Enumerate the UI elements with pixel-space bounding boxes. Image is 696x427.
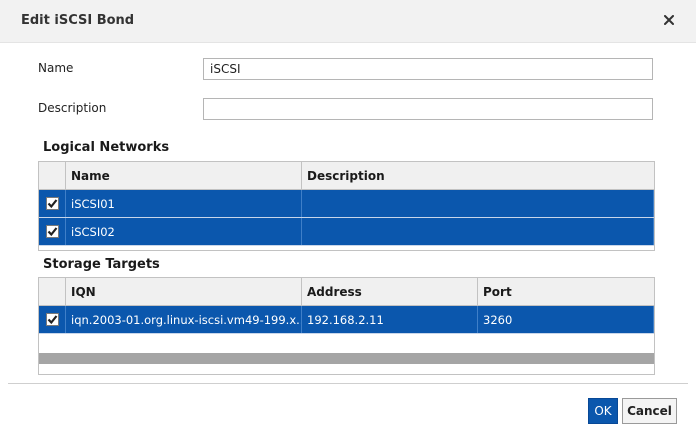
- edit-iscsi-bond-dialog: Edit iSCSI Bond Name Description Logical…: [0, 0, 696, 427]
- target-address-cell: 192.168.2.11: [302, 306, 478, 333]
- logical-networks-heading: Logical Networks: [43, 140, 170, 155]
- cancel-button[interactable]: Cancel: [622, 398, 677, 424]
- dialog-titlebar: Edit iSCSI Bond: [0, 0, 696, 43]
- description-label: Description: [38, 101, 107, 115]
- network-description-cell: [302, 190, 654, 217]
- network-name-cell: iSCSI02: [66, 218, 302, 245]
- column-header-iqn[interactable]: IQN: [66, 278, 302, 305]
- column-header-address[interactable]: Address: [302, 278, 478, 305]
- row-checkbox[interactable]: [45, 197, 59, 210]
- close-icon: [664, 15, 674, 25]
- row-checkbox[interactable]: [45, 225, 59, 238]
- name-label: Name: [38, 61, 74, 75]
- check-icon: [47, 315, 57, 325]
- table-row[interactable]: iSCSI02: [39, 218, 654, 246]
- logical-networks-table: Name Description iSCSI01 iSCSI02: [38, 161, 655, 251]
- column-header-name[interactable]: Name: [66, 162, 302, 189]
- select-all-column: [39, 162, 66, 189]
- target-port-cell: 3260: [478, 306, 654, 333]
- dialog-title: Edit iSCSI Bond: [21, 13, 135, 28]
- row-checkbox[interactable]: [45, 313, 59, 326]
- check-icon: [47, 227, 57, 237]
- row-checkbox-cell[interactable]: [39, 190, 66, 217]
- storage-targets-header: IQN Address Port: [39, 278, 654, 306]
- row-checkbox-cell[interactable]: [39, 306, 66, 333]
- table-row[interactable]: iSCSI01: [39, 190, 654, 218]
- row-checkbox-cell[interactable]: [39, 218, 66, 245]
- column-header-port[interactable]: Port: [478, 278, 654, 305]
- description-input[interactable]: [203, 98, 653, 120]
- logical-networks-header: Name Description: [39, 162, 654, 190]
- storage-targets-heading: Storage Targets: [43, 257, 160, 272]
- horizontal-scrollbar[interactable]: [39, 353, 654, 364]
- target-iqn-cell: iqn.2003-01.org.linux-iscsi.vm49-199.x..…: [66, 306, 302, 333]
- name-input[interactable]: [203, 58, 653, 80]
- footer-divider: [8, 383, 688, 384]
- network-name-cell: iSCSI01: [66, 190, 302, 217]
- select-all-column: [39, 278, 66, 305]
- storage-targets-table: IQN Address Port iqn.2003-01.org.linux-i…: [38, 277, 655, 375]
- check-icon: [47, 199, 57, 209]
- ok-button[interactable]: OK: [588, 398, 618, 424]
- close-button[interactable]: [659, 10, 679, 30]
- network-description-cell: [302, 218, 654, 245]
- column-header-description[interactable]: Description: [302, 162, 654, 189]
- table-row[interactable]: iqn.2003-01.org.linux-iscsi.vm49-199.x..…: [39, 306, 654, 334]
